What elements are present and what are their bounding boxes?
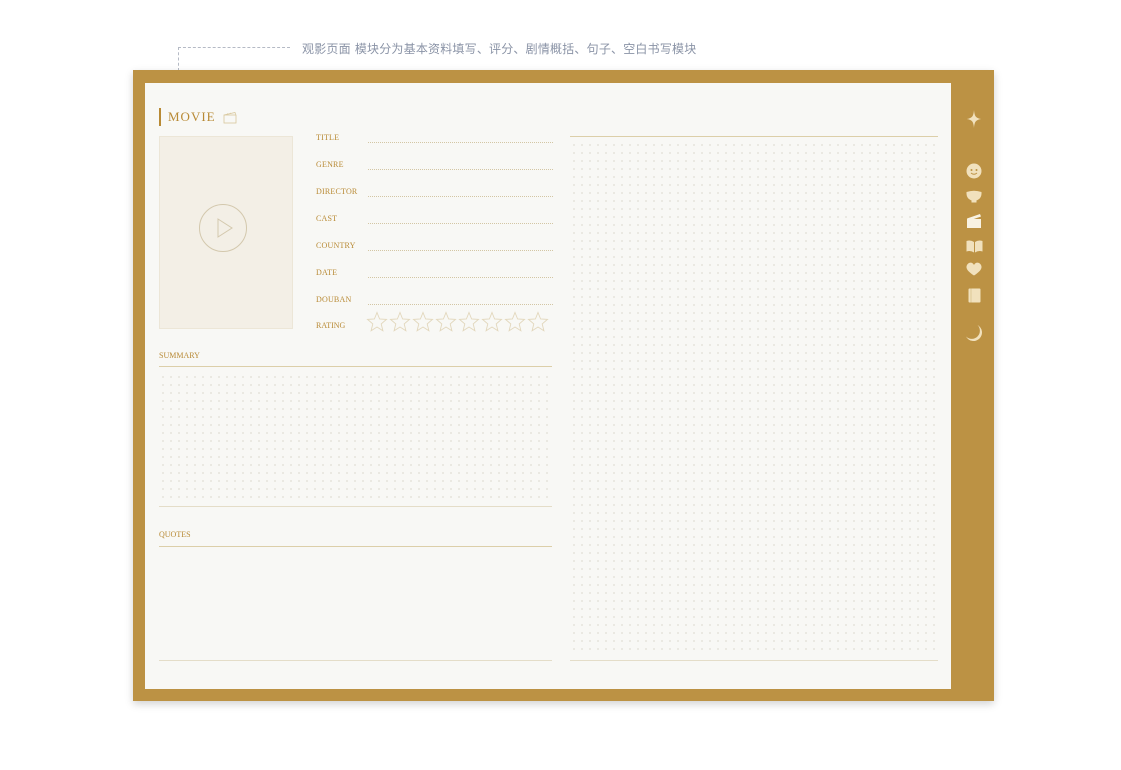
field-label: CAST xyxy=(316,214,338,223)
rating-stars[interactable] xyxy=(366,311,549,333)
summary-rule xyxy=(159,366,552,367)
quotes-label: QUOTES xyxy=(159,530,191,539)
field-label: COUNTRY xyxy=(316,241,356,250)
rating-star-icon[interactable] xyxy=(366,311,388,333)
field-input-line[interactable] xyxy=(368,223,553,224)
rating-star-icon[interactable] xyxy=(504,311,526,333)
rating-star-icon[interactable] xyxy=(458,311,480,333)
annotation-text: 观影页面 模块分为基本资料填写、评分、剧情概括、句子、空白书写模块 xyxy=(302,42,697,56)
field-cast[interactable]: CAST xyxy=(316,212,553,239)
field-input-line[interactable] xyxy=(368,304,553,305)
rating-label: RATING xyxy=(316,321,346,330)
clapperboard-icon[interactable] xyxy=(962,210,986,230)
quotes-writing-area[interactable] xyxy=(159,547,552,659)
notebook-frame: MOVIE TITLE GENRE DIRECTOR CAST COUNTRY … xyxy=(133,70,994,701)
field-input-line[interactable] xyxy=(368,196,553,197)
notebook-icon[interactable] xyxy=(962,285,986,305)
bowl-icon[interactable] xyxy=(962,186,986,206)
page-header: MOVIE xyxy=(159,108,237,126)
info-fields: TITLE GENRE DIRECTOR CAST COUNTRY DATE D… xyxy=(316,131,553,320)
field-input-line[interactable] xyxy=(368,277,553,278)
quotes-bottom-rule xyxy=(159,660,552,661)
notes-bottom-rule xyxy=(570,660,938,661)
field-label: TITLE xyxy=(316,133,340,142)
field-input-line[interactable] xyxy=(368,169,553,170)
rating-star-icon[interactable] xyxy=(527,311,549,333)
rating-star-icon[interactable] xyxy=(389,311,411,333)
annotation-leader-line xyxy=(178,47,179,71)
smiley-icon[interactable] xyxy=(962,161,986,181)
clapperboard-icon xyxy=(223,111,237,123)
sparkle-icon[interactable] xyxy=(962,109,986,129)
header-accent-bar xyxy=(159,108,161,126)
heart-icon[interactable] xyxy=(962,259,986,279)
field-country[interactable]: COUNTRY xyxy=(316,239,553,266)
field-label: DIRECTOR xyxy=(316,187,358,196)
field-input-line[interactable] xyxy=(368,250,553,251)
field-label: GENRE xyxy=(316,160,344,169)
field-label: DOUBAN xyxy=(316,295,352,304)
rating-star-icon[interactable] xyxy=(481,311,503,333)
play-circle-icon[interactable] xyxy=(198,203,248,253)
summary-writing-area[interactable] xyxy=(159,373,552,503)
moon-icon[interactable] xyxy=(962,323,986,343)
open-book-icon[interactable] xyxy=(962,236,986,256)
rating-star-icon[interactable] xyxy=(435,311,457,333)
notes-dot-grid[interactable] xyxy=(570,141,936,655)
movie-page: MOVIE TITLE GENRE DIRECTOR CAST COUNTRY … xyxy=(145,83,951,689)
page-title: MOVIE xyxy=(168,109,216,124)
field-date[interactable]: DATE xyxy=(316,266,553,293)
field-input-line[interactable] xyxy=(368,142,553,143)
rating-star-icon[interactable] xyxy=(412,311,434,333)
field-title[interactable]: TITLE xyxy=(316,131,553,158)
field-director[interactable]: DIRECTOR xyxy=(316,185,553,212)
notes-top-rule xyxy=(570,136,938,137)
summary-label: SUMMARY xyxy=(159,351,200,360)
field-genre[interactable]: GENRE xyxy=(316,158,553,185)
poster-placeholder[interactable] xyxy=(159,136,293,329)
annotation-leader-line xyxy=(178,47,290,48)
side-nav xyxy=(962,70,986,701)
summary-bottom-rule xyxy=(159,506,552,507)
field-label: DATE xyxy=(316,268,338,277)
